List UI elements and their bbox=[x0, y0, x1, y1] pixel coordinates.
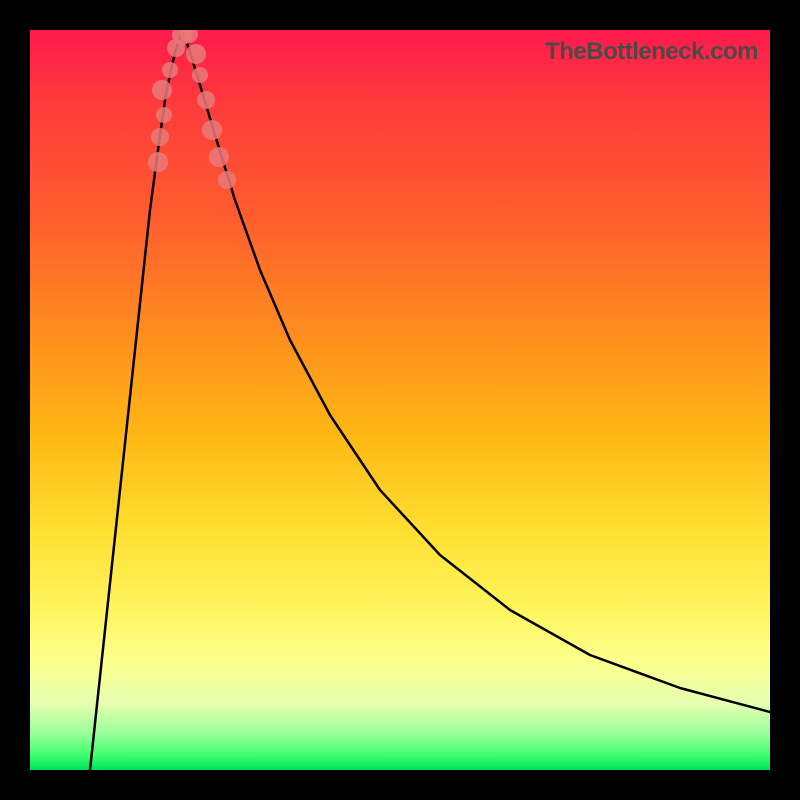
plot-area: TheBottleneck.com bbox=[30, 30, 770, 770]
chart-svg bbox=[30, 30, 770, 770]
data-point bbox=[172, 30, 192, 45]
data-point bbox=[180, 30, 198, 43]
curve-left-branch bbox=[90, 32, 183, 770]
data-point bbox=[202, 120, 222, 140]
data-point bbox=[192, 67, 208, 83]
points-layer bbox=[148, 30, 236, 189]
chart-frame: TheBottleneck.com bbox=[0, 0, 800, 800]
data-point bbox=[148, 152, 168, 172]
data-point bbox=[156, 107, 172, 123]
data-point bbox=[162, 62, 178, 78]
curve-right-branch bbox=[183, 32, 770, 712]
data-point bbox=[151, 128, 169, 146]
data-point bbox=[167, 39, 185, 57]
watermark-text: TheBottleneck.com bbox=[545, 38, 758, 66]
data-point bbox=[209, 147, 229, 167]
data-point bbox=[197, 91, 215, 109]
data-point bbox=[186, 44, 206, 64]
data-point bbox=[218, 171, 236, 189]
curve-layer bbox=[90, 32, 770, 770]
data-point bbox=[152, 80, 172, 100]
